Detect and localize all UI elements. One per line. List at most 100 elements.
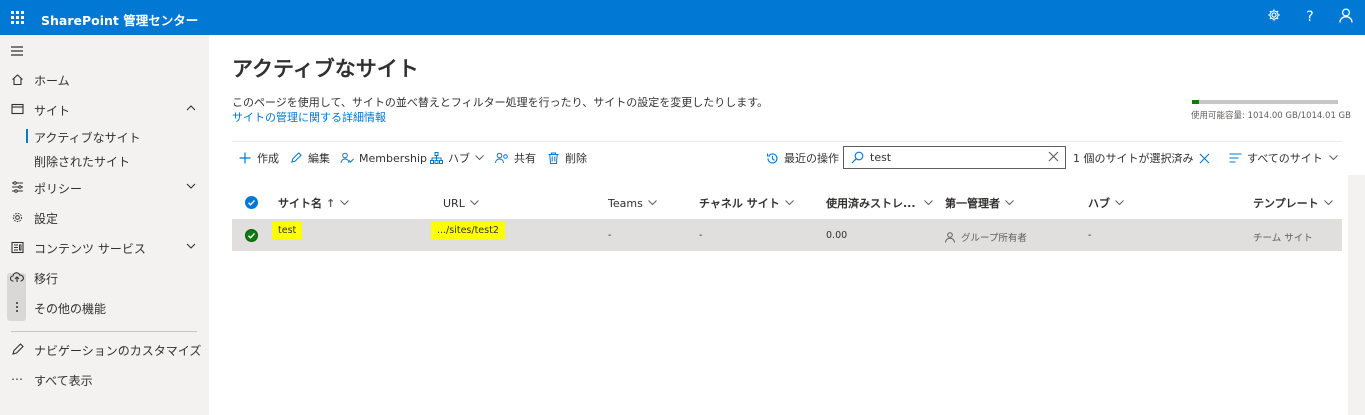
cell-template: チーム サイト bbox=[1253, 233, 1313, 244]
share-icon bbox=[495, 151, 509, 165]
pencil-icon bbox=[9, 341, 25, 357]
column-header-url[interactable]: URL bbox=[443, 194, 479, 212]
search-icon bbox=[851, 151, 864, 164]
sidebar-item-label: ポリシー bbox=[34, 182, 83, 196]
delete-button[interactable]: 削除 bbox=[546, 149, 587, 167]
sidebar-item-home[interactable]: ホーム bbox=[0, 66, 209, 92]
cell-url[interactable]: .../sites/test2 bbox=[431, 222, 505, 239]
sidebar-item-sites[interactable]: サイト bbox=[0, 96, 209, 122]
selected-count: 1 個のサイトが選択済み bbox=[1073, 152, 1194, 165]
cell-hub: - bbox=[1088, 230, 1092, 241]
sidebar-item-more-features[interactable]: その他の機能 bbox=[0, 294, 209, 320]
search-input[interactable] bbox=[870, 150, 1040, 165]
sort-ascending-icon: ↑ bbox=[326, 196, 336, 210]
gear-icon[interactable] bbox=[1265, 8, 1283, 26]
learn-more-link[interactable]: サイトの管理に関する詳細情報 bbox=[232, 109, 386, 125]
chevron-down-icon bbox=[469, 200, 479, 206]
home-icon bbox=[9, 71, 25, 87]
recent-actions-button[interactable]: 最近の操作 bbox=[765, 149, 839, 167]
chevron-down-icon bbox=[1328, 155, 1338, 161]
history-icon bbox=[765, 151, 779, 165]
app-title[interactable]: SharePoint 管理センター bbox=[41, 10, 198, 29]
cell-storage-used: 0.00 bbox=[826, 230, 848, 241]
help-icon[interactable]: ? bbox=[1301, 8, 1319, 26]
storage-text: 使用可能容量: 1014.00 GB/1014.01 GB bbox=[1191, 111, 1351, 121]
content-icon bbox=[9, 239, 25, 255]
chevron-down-icon bbox=[340, 200, 350, 206]
policy-icon bbox=[9, 179, 25, 195]
sidebar-item-label: ナビゲーションのカスタマイズ bbox=[34, 344, 202, 358]
select-all-checkbox[interactable] bbox=[245, 196, 258, 209]
membership-button[interactable]: Membership bbox=[340, 149, 427, 167]
view-selector[interactable]: すべてのサイト bbox=[1228, 149, 1338, 167]
storage-progress-fill bbox=[1192, 100, 1200, 104]
sidebar-item-migration[interactable]: 移行 bbox=[0, 264, 209, 290]
clear-search-icon[interactable] bbox=[1048, 151, 1060, 163]
chevron-down-icon bbox=[1323, 200, 1333, 206]
trash-icon bbox=[546, 151, 560, 165]
chevron-down-icon bbox=[1005, 200, 1014, 206]
cell-primary-admin: グループ所有者 bbox=[945, 230, 1027, 244]
sidebar-item-label: サイト bbox=[34, 104, 71, 118]
people-icon bbox=[340, 151, 354, 165]
page-title: アクティブなサイト bbox=[232, 57, 419, 81]
hamburger-icon[interactable] bbox=[10, 45, 24, 56]
cell-channel-site: - bbox=[699, 230, 703, 241]
sidebar-item-content-services[interactable]: コンテンツ サービス bbox=[0, 234, 209, 260]
column-header-site-name[interactable]: サイト名 ↑ bbox=[278, 194, 350, 212]
sidebar-item-active-sites[interactable]: アクティブなサイト bbox=[0, 124, 209, 146]
column-header-teams[interactable]: Teams bbox=[608, 194, 657, 212]
content-scrollbar[interactable] bbox=[1348, 175, 1365, 415]
cell-site-name[interactable]: test bbox=[272, 222, 303, 239]
hub-button[interactable]: ハブ bbox=[429, 149, 484, 167]
chevron-down-icon[interactable] bbox=[186, 240, 196, 250]
sidebar-item-customize-navigation[interactable]: ナビゲーションのカスタマイズ bbox=[0, 336, 209, 362]
more-vertical-icon bbox=[9, 299, 25, 315]
sidebar-item-label: 削除されたサイト bbox=[34, 155, 131, 169]
chevron-down-icon bbox=[647, 200, 657, 206]
sidebar-item-deleted-sites[interactable]: 削除されたサイト bbox=[0, 148, 209, 170]
ellipsis-icon: ⋯ bbox=[11, 372, 23, 386]
sidebar-item-label: アクティブなサイト bbox=[34, 131, 141, 145]
share-button[interactable]: 共有 bbox=[495, 149, 536, 167]
chevron-up-icon[interactable] bbox=[186, 102, 196, 112]
column-header-template[interactable]: テンプレート bbox=[1253, 194, 1333, 212]
clear-selection-icon[interactable] bbox=[1199, 149, 1210, 167]
sidebar-item-policies[interactable]: ポリシー bbox=[0, 174, 209, 200]
page-description: このページを使用して、サイトの並べ替えとフィルター処理を行ったり、サイトの設定を… bbox=[232, 96, 769, 109]
chevron-down-icon bbox=[475, 155, 484, 161]
person-icon[interactable] bbox=[1337, 8, 1355, 26]
site-icon bbox=[9, 101, 25, 117]
waffle-icon[interactable] bbox=[11, 11, 24, 24]
row-checkbox[interactable] bbox=[245, 229, 258, 242]
column-header-storage-used[interactable]: 使用済みストレ... bbox=[826, 194, 933, 212]
cloud-upload-icon bbox=[9, 269, 25, 285]
sidebar-item-label: 設定 bbox=[34, 212, 59, 226]
sidebar-item-label: すべて表示 bbox=[34, 374, 93, 388]
edit-button[interactable]: 編集 bbox=[289, 149, 330, 167]
chevron-down-icon bbox=[923, 200, 933, 206]
cell-teams: - bbox=[608, 230, 612, 241]
column-header-hub[interactable]: ハブ bbox=[1088, 194, 1124, 212]
filter-lines-icon bbox=[1228, 151, 1242, 165]
top-bar: SharePoint 管理センター ? bbox=[0, 0, 1365, 35]
sidebar-divider bbox=[11, 331, 197, 332]
table-row[interactable] bbox=[232, 219, 1342, 251]
sidebar-item-show-all[interactable]: ⋯ すべて表示 bbox=[0, 366, 209, 392]
sidebar-item-label: コンテンツ サービス bbox=[34, 242, 146, 256]
sidebar-item-settings[interactable]: 設定 bbox=[0, 204, 209, 230]
storage-progress-bar bbox=[1192, 100, 1338, 104]
pencil-icon bbox=[289, 151, 303, 165]
column-header-primary-admin[interactable]: 第一管理者 bbox=[945, 194, 1014, 212]
person-icon bbox=[945, 231, 955, 243]
search-box bbox=[843, 146, 1066, 169]
hub-icon bbox=[429, 151, 443, 165]
sidebar-item-label: その他の機能 bbox=[34, 302, 107, 316]
chevron-down-icon[interactable] bbox=[186, 180, 196, 190]
header-divider bbox=[232, 141, 1342, 142]
plus-icon bbox=[238, 151, 252, 165]
sidebar-item-label: 移行 bbox=[34, 272, 59, 286]
sidebar: ホーム サイト アクティブなサイト 削除されたサイト ポリシー 設定 コンテンツ… bbox=[0, 35, 209, 415]
create-button[interactable]: 作成 bbox=[238, 149, 279, 167]
column-header-channel-site[interactable]: チャネル サイト bbox=[699, 194, 794, 212]
